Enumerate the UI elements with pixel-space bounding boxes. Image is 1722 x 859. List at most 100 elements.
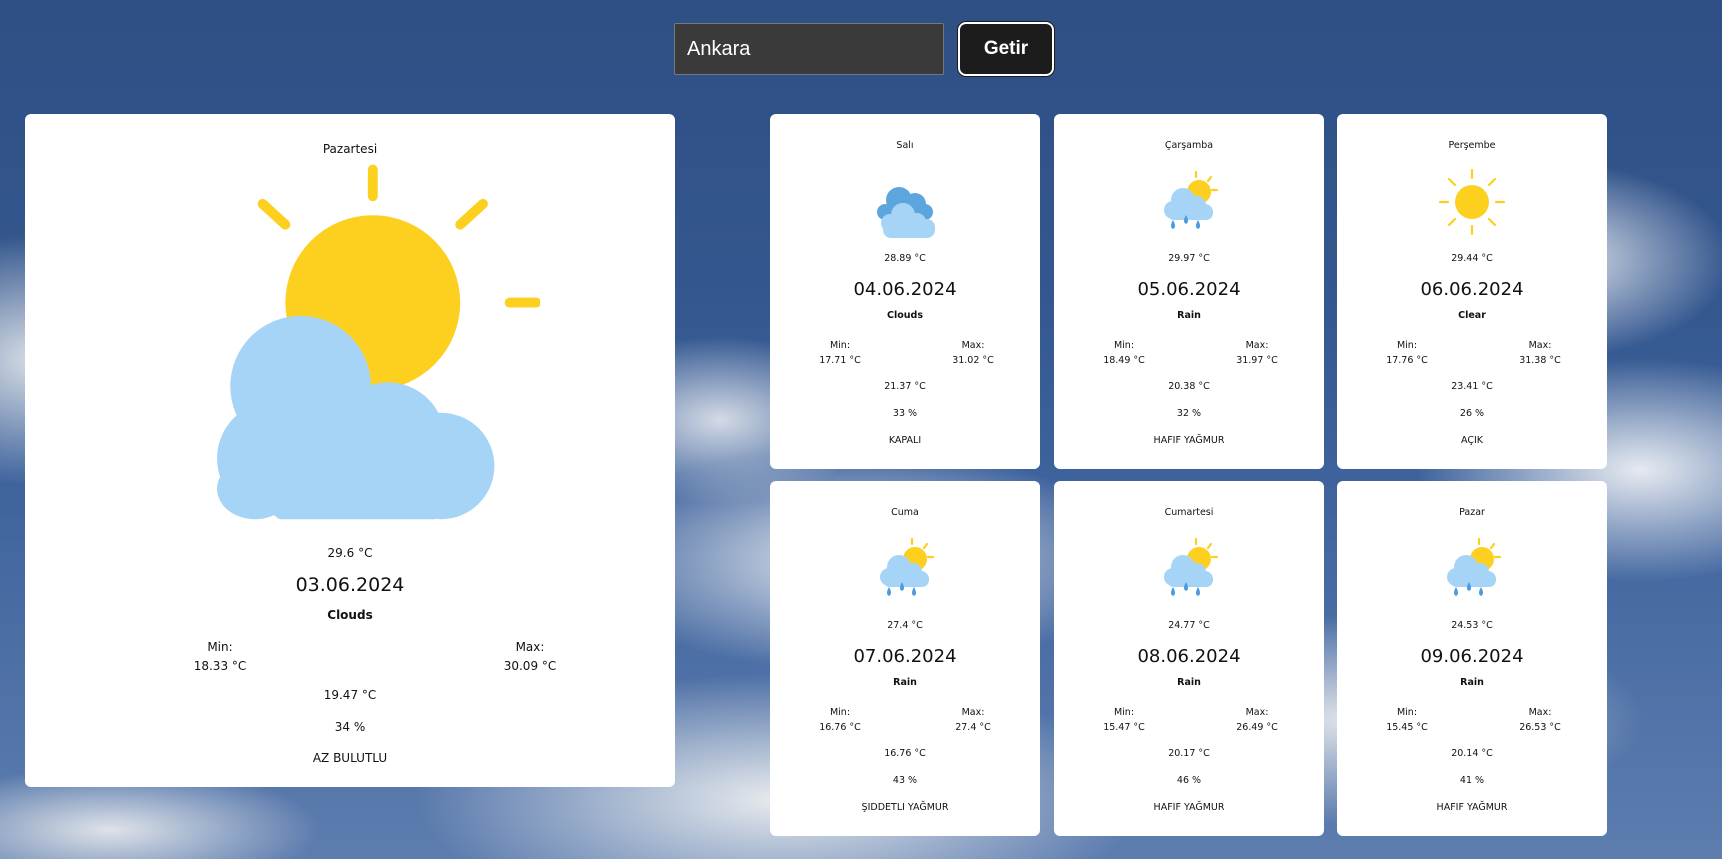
min-value: 18.33 °C: [193, 659, 247, 673]
sun-rain-icon: [1164, 537, 1219, 596]
weather-description: HAFIF YAĞMUR: [1436, 802, 1508, 813]
max-label: Max:: [515, 640, 545, 654]
feels-like: 16.76 °C: [884, 748, 926, 759]
weather-description: HAFIF YAĞMUR: [1153, 435, 1225, 446]
max-value: 26.53 °C: [1519, 722, 1561, 733]
max-value: 31.02 °C: [952, 355, 994, 366]
date: 03.06.2024: [295, 574, 405, 596]
humidity: 26 %: [1459, 408, 1485, 419]
temperature: 27.4 °C: [887, 620, 923, 631]
date: 09.06.2024: [1420, 646, 1524, 667]
max-label: Max:: [1245, 707, 1269, 718]
forecast-card: Cumartesi 24.77 °C 08.06.2024 Rain Min: …: [1054, 481, 1324, 836]
min-label: Min:: [1396, 340, 1418, 351]
today-weather-card: Pazartesi 29.6 °C 03.06.2024 Clouds Min:…: [25, 114, 675, 787]
cloudy-icon: [877, 187, 935, 238]
temperature: 29.97 °C: [1168, 253, 1210, 264]
temperature: 24.53 °C: [1451, 620, 1493, 631]
weather-main: Rain: [893, 677, 917, 688]
humidity: 43 %: [892, 775, 918, 786]
feels-like: 21.37 °C: [884, 381, 926, 392]
feels-like: 23.41 °C: [1451, 381, 1493, 392]
max-label: Max:: [1245, 340, 1269, 351]
min-label: Min:: [207, 640, 233, 654]
min-value: 18.49 °C: [1103, 355, 1145, 366]
max-value: 31.38 °C: [1519, 355, 1561, 366]
temperature: 29.6 °C: [327, 546, 373, 560]
date: 06.06.2024: [1420, 279, 1524, 300]
temperature: 29.44 °C: [1451, 253, 1493, 264]
weather-main: Rain: [1460, 677, 1484, 688]
min-value: 17.76 °C: [1386, 355, 1428, 366]
max-value: 27.4 °C: [955, 722, 991, 733]
sun-icon: [1438, 168, 1506, 236]
day-name: Cuma: [891, 507, 919, 518]
feels-like: 20.38 °C: [1168, 381, 1210, 392]
humidity: 41 %: [1459, 775, 1485, 786]
temperature: 28.89 °C: [884, 253, 926, 264]
min-temp: Min: 15.47 °C: [1094, 705, 1154, 735]
weather-main: Clouds: [887, 310, 923, 321]
weather-main: Rain: [1177, 677, 1201, 688]
max-temp: Max: 31.02 °C: [938, 338, 1008, 368]
day-name: Cumartesi: [1164, 507, 1214, 518]
max-temp: Max: 27.4 °C: [938, 705, 1008, 735]
date: 08.06.2024: [1137, 646, 1241, 667]
max-label: Max:: [961, 707, 985, 718]
feels-like: 20.14 °C: [1451, 748, 1493, 759]
min-temp: Min: 18.33 °C: [170, 638, 270, 676]
min-value: 17.71 °C: [819, 355, 861, 366]
min-temp: Min: 17.71 °C: [810, 338, 870, 368]
weather-main: Rain: [1177, 310, 1201, 321]
temperature: 24.77 °C: [1168, 620, 1210, 631]
day-name: Çarşamba: [1164, 140, 1214, 151]
max-temp: Max: 31.97 °C: [1222, 338, 1292, 368]
weather-description: AÇIK: [1461, 435, 1483, 446]
weather-description: AZ BULUTLU: [312, 751, 388, 765]
weather-main: Clear: [1458, 310, 1486, 321]
getir-button[interactable]: Getir: [958, 22, 1054, 76]
humidity: 34 %: [334, 720, 366, 734]
max-value: 30.09 °C: [503, 659, 557, 673]
min-temp: Min: 18.49 °C: [1094, 338, 1154, 368]
min-label: Min:: [1113, 340, 1135, 351]
day-name: Pazartesi: [322, 142, 378, 156]
weather-main: Clouds: [327, 608, 373, 622]
humidity: 32 %: [1176, 408, 1202, 419]
min-label: Min:: [1113, 707, 1135, 718]
min-label: Min:: [829, 340, 851, 351]
max-temp: Max: 30.09 °C: [475, 638, 585, 676]
max-label: Max:: [961, 340, 985, 351]
partly-cloudy-icon: [217, 164, 540, 520]
feels-like: 19.47 °C: [323, 688, 377, 702]
min-value: 15.45 °C: [1386, 722, 1428, 733]
min-label: Min:: [1396, 707, 1418, 718]
date: 05.06.2024: [1137, 279, 1241, 300]
max-temp: Max: 26.49 °C: [1222, 705, 1292, 735]
feels-like: 20.17 °C: [1168, 748, 1210, 759]
city-input[interactable]: [674, 23, 944, 75]
humidity: 33 %: [892, 408, 918, 419]
weather-description: ŞIDDETLI YAĞMUR: [861, 802, 949, 813]
weather-description: KAPALI: [888, 435, 922, 446]
sun-rain-icon: [1447, 537, 1502, 596]
max-label: Max:: [1528, 340, 1552, 351]
min-temp: Min: 17.76 °C: [1377, 338, 1437, 368]
sun-rain-icon: [1164, 170, 1219, 229]
max-temp: Max: 31.38 °C: [1505, 338, 1575, 368]
sun-rain-icon: [880, 537, 935, 596]
min-temp: Min: 15.45 °C: [1377, 705, 1437, 735]
min-label: Min:: [829, 707, 851, 718]
forecast-card: Çarşamba 29.97 °C 05.06.2024 Rain Min: 1…: [1054, 114, 1324, 469]
max-value: 26.49 °C: [1236, 722, 1278, 733]
search-bar: Getir: [674, 22, 1054, 76]
forecast-card: Perşembe 29.44 °C 06.06.2024 Clear Min: …: [1337, 114, 1607, 469]
forecast-card: Salı 28.89 °C 04.06.2024 Clouds Min: 17.…: [770, 114, 1040, 469]
date: 07.06.2024: [853, 646, 957, 667]
max-temp: Max: 26.53 °C: [1505, 705, 1575, 735]
day-name: Pazar: [1459, 507, 1485, 518]
max-value: 31.97 °C: [1236, 355, 1278, 366]
min-temp: Min: 16.76 °C: [810, 705, 870, 735]
forecast-card: Pazar 24.53 °C 09.06.2024 Rain Min: 15.4…: [1337, 481, 1607, 836]
day-name: Perşembe: [1448, 140, 1496, 151]
